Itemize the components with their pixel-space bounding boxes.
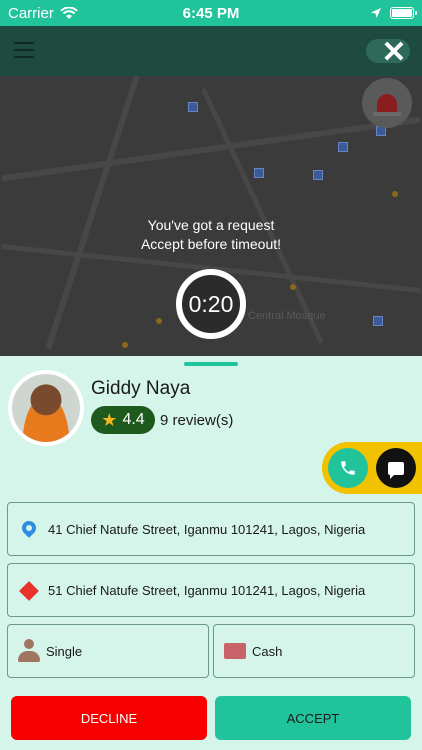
rider-avatar (8, 370, 84, 446)
payment-method-field: Cash (213, 624, 415, 678)
chat-icon (388, 461, 404, 479)
battery-icon (390, 7, 417, 19)
rating-badge: ★ 4.4 (91, 406, 155, 434)
status-right (370, 7, 417, 19)
map-poi (392, 191, 398, 197)
status-bar: Carrier 6:45 PM (0, 0, 422, 26)
menu-icon[interactable] (14, 42, 34, 58)
decline-button[interactable]: DECLINE (11, 696, 207, 740)
ride-type-field: Single (7, 624, 209, 678)
request-message: You've got a request Accept before timeo… (0, 216, 422, 254)
map-poi (156, 318, 162, 324)
close-icon[interactable]: ✕ (378, 38, 410, 70)
star-icon: ★ (101, 409, 118, 430)
directions-icon (19, 580, 39, 602)
call-button[interactable] (328, 448, 368, 488)
request-line-1: You've got a request (147, 217, 275, 233)
carrier-label: Carrier (8, 4, 54, 22)
map-road (1, 116, 421, 182)
request-line-2: Accept before timeout! (140, 236, 282, 252)
request-sheet: Giddy Naya ★ 4.4 9 review(s) 41 Chief Na… (0, 356, 422, 750)
payment-method: Cash (252, 643, 283, 659)
wifi-icon (60, 6, 78, 19)
map-top-bar: ✕ (0, 26, 422, 76)
map-marker (373, 316, 383, 326)
map-view[interactable]: Central Mosque ✕ You've got a request Ac… (0, 26, 422, 356)
rating-value: 4.4 (122, 411, 145, 428)
rider-name: Giddy Naya (91, 378, 191, 399)
ride-type: Single (46, 643, 83, 659)
location-arrow-icon (371, 8, 381, 18)
dropoff-address-field[interactable]: 51 Chief Natufe Street, Iganmu 101241, L… (7, 563, 415, 617)
siren-icon (373, 94, 401, 116)
map-road (45, 72, 141, 350)
map-poi (122, 342, 128, 348)
map-marker (338, 142, 348, 152)
map-marker (188, 102, 198, 112)
map-label: Central Mosque (248, 310, 326, 322)
dropoff-address: 51 Chief Natufe Street, Iganmu 101241, L… (48, 582, 366, 598)
emergency-siren-button[interactable] (362, 78, 412, 128)
map-poi (290, 284, 296, 290)
phone-icon (341, 461, 355, 475)
pickup-pin-icon (19, 518, 39, 541)
chat-button[interactable] (376, 448, 416, 488)
map-marker (313, 170, 323, 180)
sheet-handle[interactable] (184, 362, 238, 366)
map-marker (254, 168, 264, 178)
contact-actions (322, 442, 422, 494)
carrier-group: Carrier (8, 5, 78, 22)
pickup-address-field[interactable]: 41 Chief Natufe Street, Iganmu 101241, L… (7, 502, 415, 556)
cash-icon (224, 643, 246, 659)
person-icon (18, 639, 40, 663)
review-count[interactable]: 9 review(s) (160, 412, 233, 429)
accept-button[interactable]: ACCEPT (215, 696, 411, 740)
pickup-address: 41 Chief Natufe Street, Iganmu 101241, L… (48, 521, 366, 537)
countdown-timer: 0:20 (176, 269, 246, 339)
